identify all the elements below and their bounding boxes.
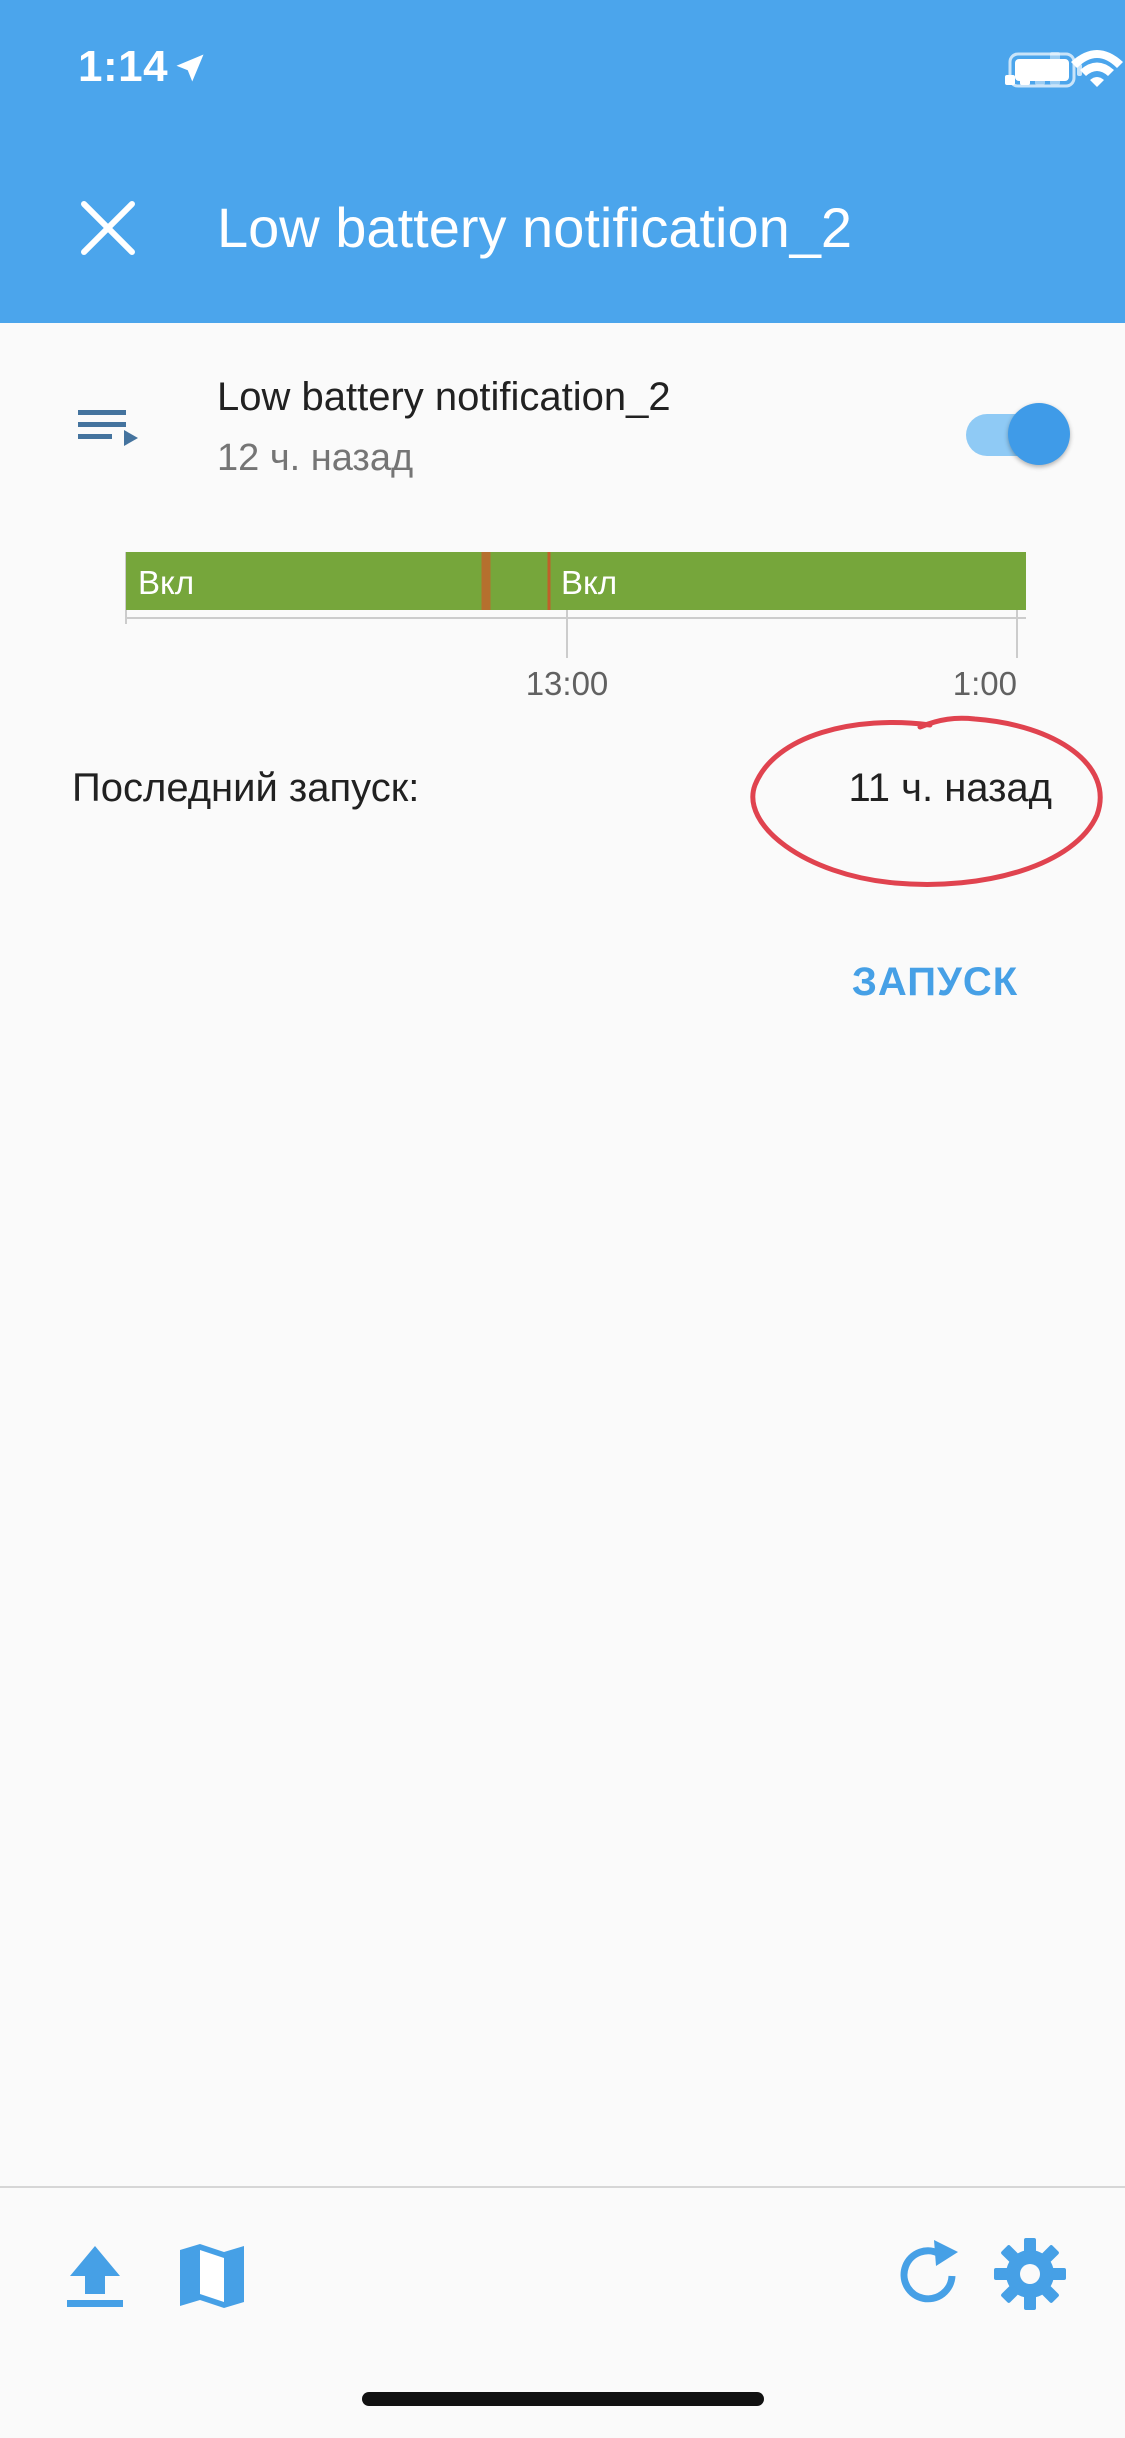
upload-icon[interactable] (55, 2236, 135, 2316)
home-indicator (362, 2392, 764, 2406)
timeline-segment[interactable] (549, 552, 1026, 610)
page-title: Low battery notification_2 (217, 196, 853, 259)
timeline-segment[interactable] (481, 552, 491, 610)
timeline-tick-label: 1:00 (953, 665, 1017, 702)
automation-last-changed: 12 ч. назад (217, 437, 414, 479)
gear-icon[interactable] (990, 2234, 1070, 2314)
map-icon[interactable] (172, 2236, 252, 2316)
automation-name: Low battery notification_2 (217, 375, 671, 419)
timeline-segment[interactable] (490, 552, 550, 610)
refresh-icon[interactable] (890, 2236, 970, 2316)
status-time: 1:14 (78, 42, 169, 91)
playlist-play-icon (78, 410, 138, 446)
app-header: 1:14 Low battery notification_2 (0, 0, 1125, 323)
run-button[interactable]: ЗАПУСК (835, 960, 1035, 1020)
state-timeline: Вкл Вкл 13:00 1:00 (125, 552, 1026, 702)
timeline-segment-label: Вкл (561, 564, 617, 601)
red-circle-annotation (750, 715, 1103, 887)
last-run-label: Последний запуск: (72, 766, 420, 810)
battery-icon (1008, 52, 1082, 88)
close-button[interactable] (70, 190, 146, 266)
toggle-knob (1008, 403, 1070, 465)
timeline-segment-label: Вкл (138, 564, 194, 601)
timeline-tick-label: 13:00 (526, 665, 609, 702)
automation-enable-toggle[interactable] (960, 400, 1078, 470)
location-arrow-icon (176, 54, 204, 82)
